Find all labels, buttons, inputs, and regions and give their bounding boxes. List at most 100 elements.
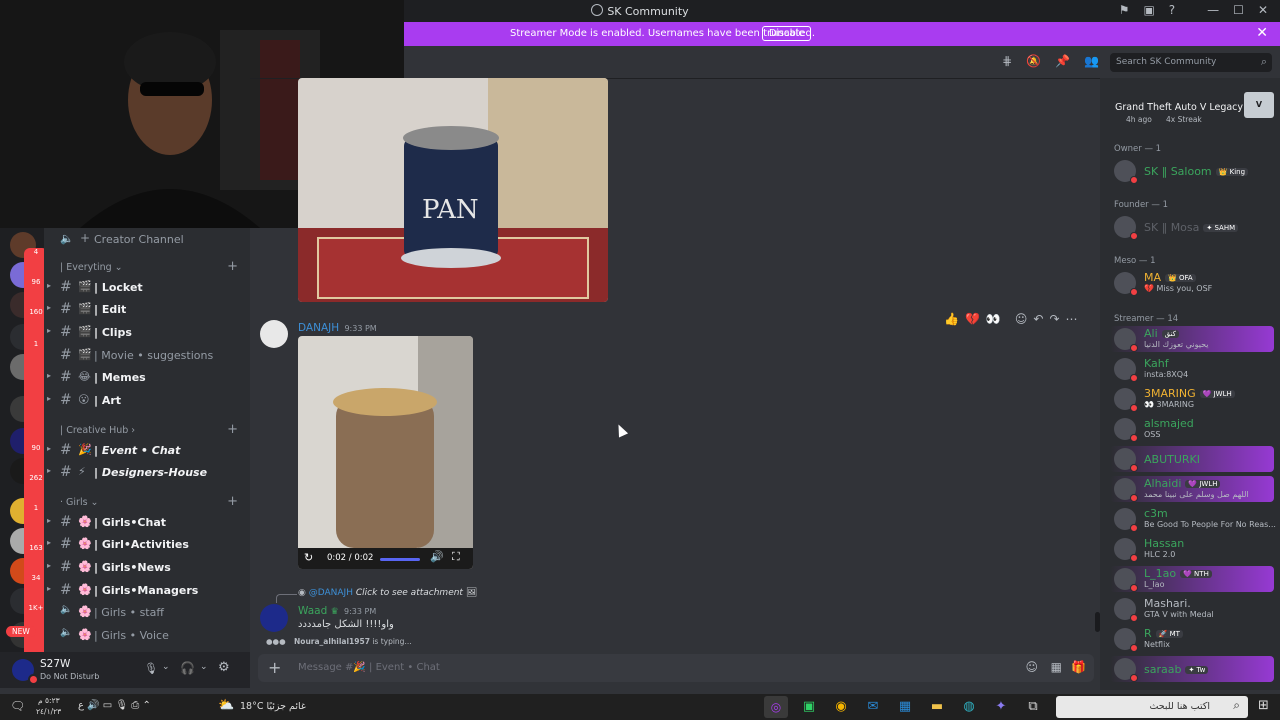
edge-icon[interactable]: ◍ — [958, 696, 980, 718]
channel-category[interactable]: | Everyting ⌄ — [60, 262, 123, 273]
reaction-thumbs-up[interactable]: 👍 — [944, 312, 959, 326]
member-name[interactable]: Ali كنق — [1144, 327, 1179, 340]
replay-icon[interactable]: ↻ — [304, 551, 313, 564]
add-channel-icon[interactable]: + — [227, 494, 238, 509]
search-input[interactable]: Search SK Community ⌕ — [1110, 53, 1272, 72]
channel-item[interactable]: 🔈 🌸 | Girls • Voice — [44, 626, 250, 646]
channel-item[interactable]: ▸ # 🌸 | Girls•Managers — [44, 581, 250, 601]
folder-icon[interactable]: ▬ — [926, 696, 948, 718]
gift-icon[interactable]: 🎁 — [1071, 660, 1086, 674]
reply-mention[interactable]: @DANAJH — [309, 588, 353, 598]
mic-icon[interactable]: 🎙 — [144, 662, 158, 675]
gear-icon[interactable]: ⚙ — [218, 660, 230, 675]
channel-item[interactable]: ▸ # ⚡ | Designers-House — [44, 463, 250, 483]
chevron-down-icon[interactable]: ⌄ — [200, 662, 208, 672]
channel-category[interactable]: | Creative Hub › — [60, 425, 135, 436]
video-progress-bar[interactable] — [380, 558, 420, 561]
hash-icon: # — [60, 464, 72, 480]
username[interactable]: S27W — [40, 658, 70, 670]
member-name[interactable]: 3MARING 💜 JWLH — [1144, 387, 1235, 400]
member-name[interactable]: SK ‖ Saloom 👑 King — [1144, 165, 1249, 178]
reply-preview[interactable]: ◉ @DANAJH Click to see attachment 🖼 — [298, 588, 477, 598]
notifications-icon[interactable]: 🗨 — [10, 699, 25, 713]
channel-item[interactable]: ▸ # 🎬 | Clips — [44, 323, 250, 343]
member-name[interactable]: c3m — [1144, 507, 1168, 520]
reaction-eyes[interactable]: 👀 — [986, 312, 1001, 326]
channel-category[interactable]: · Girls ⌄ — [60, 497, 99, 508]
close-banner-icon[interactable]: ✕ — [1256, 25, 1268, 41]
channel-item[interactable]: 🔈 🌸 | Girls • staff — [44, 603, 250, 623]
member-name[interactable]: Hassan — [1144, 537, 1184, 550]
avatar[interactable] — [260, 604, 288, 632]
member-group-header: Meso — 1 — [1114, 256, 1156, 266]
add-attachment-icon[interactable]: + — [268, 658, 281, 677]
member-name[interactable]: Alhaidi 💜 JWLH — [1144, 477, 1221, 490]
reply-icon[interactable]: ↶ — [1033, 312, 1043, 326]
outlook-icon[interactable]: ✉ — [862, 696, 884, 718]
message-composer[interactable]: + Message #🎉 | Event • Chat ☺ ▦ 🎁 — [258, 654, 1094, 682]
reaction-broken-heart[interactable]: 💔 — [965, 312, 980, 326]
forward-icon[interactable]: ↷ — [1049, 312, 1059, 326]
member-name[interactable]: MA 👑 OFA — [1144, 271, 1196, 284]
avatar[interactable] — [260, 320, 288, 348]
minimize-icon[interactable]: — — [1207, 3, 1219, 17]
member-status-text: Be Good To People For No Reas... — [1144, 520, 1276, 529]
task-view-icon[interactable]: ⧉ — [1022, 696, 1044, 718]
help-icon[interactable]: ? — [1169, 3, 1175, 17]
channel-item[interactable]: ▸ # 😮 | Art — [44, 391, 250, 411]
author-name[interactable]: DANAJH — [298, 322, 339, 334]
windows-start-icon[interactable]: ⊞ — [1258, 698, 1269, 713]
member-name[interactable]: SK ‖ Mosa ✦ SAHM — [1144, 221, 1239, 234]
volume-icon[interactable]: 🔊 — [430, 550, 444, 563]
sticker-icon[interactable]: ▦ — [1051, 660, 1062, 674]
member-name[interactable]: Kahf — [1144, 357, 1169, 370]
channel-item[interactable]: # 🎬 | Movie • suggestions — [44, 346, 250, 366]
inbox-icon[interactable]: ⚑ — [1119, 3, 1130, 17]
disable-button[interactable]: Disable — [762, 26, 812, 41]
weather-text[interactable]: 18°C غائم جزئيًا — [240, 701, 306, 712]
member-name[interactable]: alsmajed — [1144, 417, 1194, 430]
message-video[interactable]: ↻ 0:02 / 0:02 🔊 ⛶ — [298, 336, 473, 569]
member-name[interactable]: R 🚀 MT — [1144, 627, 1183, 640]
store-icon[interactable]: ▦ — [894, 696, 916, 718]
add-channel-icon[interactable]: + — [227, 422, 238, 437]
new-badge[interactable]: NEW — [6, 626, 36, 637]
channel-item[interactable]: ▸ # 🎬 | Locket — [44, 278, 250, 298]
mute-icon[interactable]: 🔕 — [1026, 54, 1041, 68]
channel-item[interactable]: ▸ # 🎬 | Edit — [44, 300, 250, 320]
pin-icon[interactable]: 📌 — [1055, 54, 1070, 68]
activity-card[interactable]: Grand Theft Auto V Legacy 4h ago 4x Stre… — [1110, 86, 1274, 130]
chrome-icon[interactable]: ◉ — [830, 696, 852, 718]
channel-item[interactable]: ▸ # 🌸 | Girl•Activities — [44, 535, 250, 555]
message-actions: 👍 💔 👀 ☺ ↶ ↷ ⋯ — [944, 312, 1078, 326]
more-icon[interactable]: ⋯ — [1066, 312, 1078, 326]
member-name[interactable]: Mashari. — [1144, 597, 1191, 610]
member-name[interactable]: saraab ✦ Tw — [1144, 663, 1209, 676]
member-name[interactable]: L_1ao 💜 NTH — [1144, 567, 1212, 580]
headphones-icon[interactable]: 🎧 — [180, 661, 195, 675]
member-name[interactable]: ABUTURKI — [1144, 453, 1200, 466]
creator-channel[interactable]: 🔈 + Creator Channel — [44, 230, 250, 250]
threads-icon[interactable]: ⋕ — [1002, 54, 1012, 68]
channel-item[interactable]: ▸ # 🎉 | Event • Chat — [44, 441, 250, 461]
members-icon[interactable]: 👥 — [1084, 54, 1099, 68]
copilot-icon[interactable]: ✦ — [990, 696, 1012, 718]
taskbar-search[interactable]: اكتب هنا للبحث ⌕ — [1056, 696, 1248, 718]
add-channel-icon[interactable]: + — [227, 259, 238, 274]
channel-item[interactable]: ▸ # 🌸 | Girls•News — [44, 558, 250, 578]
screen-icon[interactable]: ▣ — [1143, 3, 1154, 17]
add-reaction-icon[interactable]: ☺ — [1015, 312, 1028, 326]
close-icon[interactable]: ✕ — [1258, 3, 1268, 17]
message-image-cup[interactable]: PAN — [298, 78, 608, 302]
maximize-icon[interactable]: ☐ — [1233, 3, 1244, 17]
hash-icon: # — [60, 536, 72, 552]
discord-app-icon[interactable]: ◎ — [764, 696, 788, 718]
fullscreen-icon[interactable]: ⛶ — [452, 550, 460, 564]
author-name[interactable]: Waad — [298, 605, 327, 617]
channel-item[interactable]: ▸ # 🌸 | Girls•Chat — [44, 513, 250, 533]
app-icon[interactable]: ▣ — [798, 696, 820, 718]
channel-item[interactable]: ▸ # 😂 | Memes — [44, 368, 250, 388]
emoji-icon[interactable]: ☺ — [1025, 660, 1038, 674]
chevron-down-icon[interactable]: ⌄ — [162, 662, 170, 672]
role-tag: 💜 JWLH — [1199, 390, 1235, 398]
